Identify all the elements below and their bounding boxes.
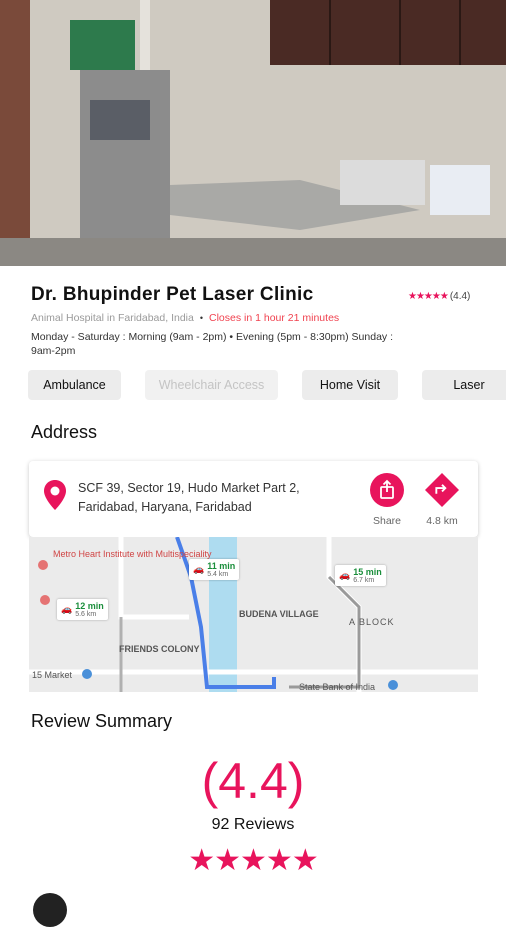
share-button[interactable]: Share [365, 473, 409, 527]
chip-wheelchair-access[interactable]: Wheelchair Access [145, 370, 278, 400]
clinic-subline: Animal Hospital in Faridabad, India • Cl… [31, 312, 339, 324]
distance-label: 4.8 km [426, 515, 458, 527]
rating-summary-small: ★★★★★ (4.4) [408, 291, 470, 302]
directions-button[interactable]: 4.8 km [420, 473, 464, 527]
eta-distance: 5.4 km [207, 571, 229, 578]
review-summary-heading: Review Summary [31, 711, 173, 731]
eta-distance: 6.7 km [353, 577, 375, 584]
share-icon [370, 473, 404, 507]
address-card: SCF 39, Sector 19, Hudo Market Part 2, F… [29, 461, 478, 537]
car-icon: 🚗 [61, 604, 73, 614]
overall-rating: (4.4) [201, 753, 305, 809]
star-rating-icon: ★★★★★ [188, 844, 318, 877]
eta-badge: 🚗 15 min 6.7 km [335, 565, 386, 586]
review-count: 92 Reviews [211, 816, 295, 833]
map-label-budena-village: BUDENA VILLAGE [239, 609, 319, 619]
chip-home-visit[interactable]: Home Visit [302, 370, 398, 400]
map-label-friends-colony: FRIENDS COLONY [119, 644, 200, 654]
map-label-state-bank: State Bank of India [299, 682, 376, 692]
chip-laser[interactable]: Laser [422, 370, 506, 400]
rating-value: (4.4) [449, 291, 471, 302]
location-map[interactable]: Metro Heart Institute with Multispeciali… [29, 537, 478, 692]
share-label: Share [372, 515, 402, 527]
opening-hours: Monday - Saturday : Morning (9am - 2pm) … [31, 331, 393, 357]
eta-distance: 5.6 km [75, 611, 97, 618]
separator: • [199, 313, 203, 323]
car-icon: 🚗 [193, 564, 205, 574]
eta-badge: 🚗 11 min 5.4 km [189, 559, 240, 580]
eta-time: 12 min [75, 601, 104, 611]
clinic-name: Dr. Bhupinder Pet Laser Clinic [31, 284, 314, 305]
map-label-metro-heart: Metro Heart Institute with Multispeciali… [53, 549, 212, 559]
eta-badge: 🚗 12 min 5.6 km [57, 599, 108, 620]
eta-time: 11 min [207, 561, 236, 571]
map-label-a-block: A BLOCK [349, 617, 395, 627]
address-text: SCF 39, Sector 19, Hudo Market Part 2, F… [78, 481, 300, 514]
map-label-15-market: 15 Market [32, 670, 73, 680]
clinic-category: Animal Hospital in Faridabad, India [31, 312, 194, 324]
chip-ambulance[interactable]: Ambulance [28, 370, 121, 400]
directions-icon [425, 473, 459, 507]
clinic-photo [0, 0, 506, 266]
service-chips: Ambulance Wheelchair Access Home Visit L… [28, 370, 506, 400]
star-rating-icon: ★★★★★ [408, 291, 449, 302]
closing-status: Closes in 1 hour 21 minutes [209, 312, 340, 324]
address-heading: Address [31, 422, 98, 442]
car-icon: 🚗 [339, 570, 351, 580]
reviewer-avatar [33, 893, 67, 927]
location-pin-icon [43, 479, 67, 516]
eta-time: 15 min [353, 567, 382, 577]
